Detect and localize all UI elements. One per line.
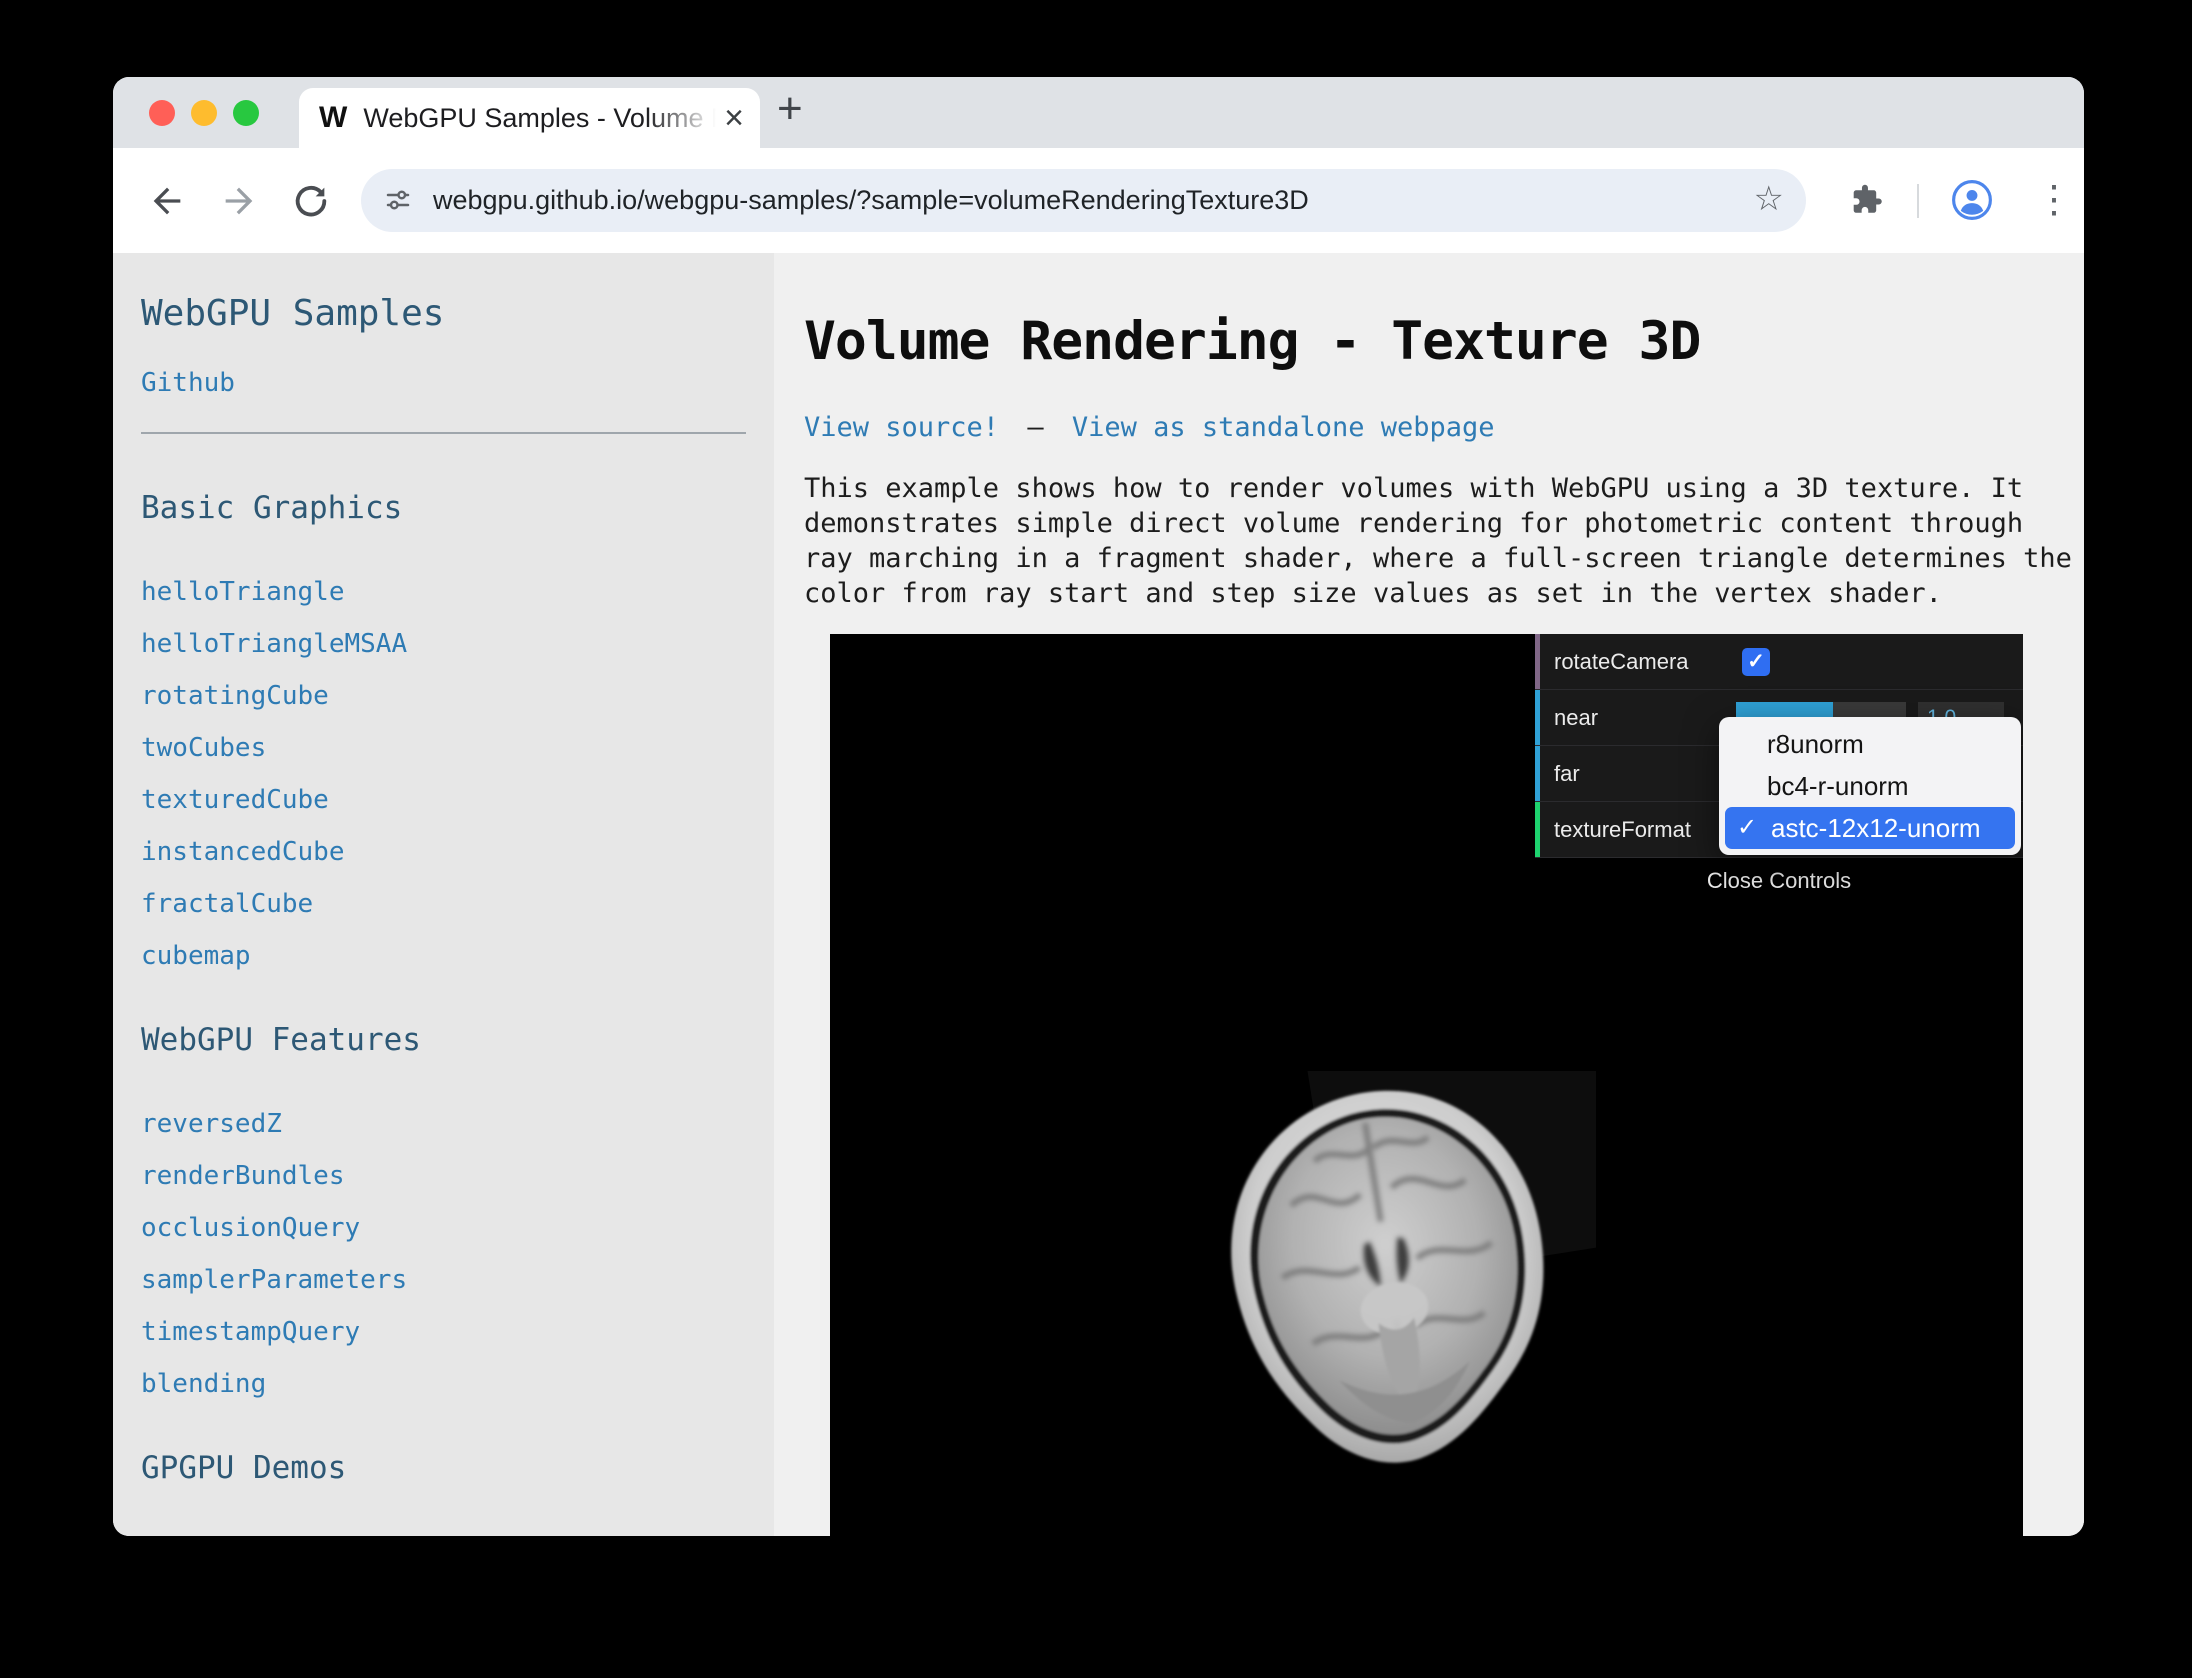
sidebar-list-webgpu-features: reversedZ renderBundles occlusionQuery s… xyxy=(141,1098,746,1410)
sidebar-item-cubemap[interactable]: cubemap xyxy=(141,930,251,982)
extensions-icon[interactable] xyxy=(1848,182,1884,223)
traffic-lights xyxy=(149,100,259,126)
section-heading-webgpu-features: WebGPU Features xyxy=(141,1022,746,1058)
tab-favicon-icon: W xyxy=(319,101,347,135)
sidebar-title: WebGPU Samples xyxy=(141,293,746,334)
menu-kebab-icon[interactable]: ⋮ xyxy=(2035,178,2073,222)
profile-avatar[interactable] xyxy=(1951,179,1993,226)
minimize-window-button[interactable] xyxy=(191,100,217,126)
sidebar-item-occlusionQuery[interactable]: occlusionQuery xyxy=(141,1202,360,1254)
section-heading-gpgpu-demos: GPGPU Demos xyxy=(141,1450,746,1486)
sidebar-item-computeBoids[interactable]: computeBoids xyxy=(141,1526,329,1536)
close-window-button[interactable] xyxy=(149,100,175,126)
sidebar-item-samplerParameters[interactable]: samplerParameters xyxy=(141,1254,407,1306)
url-text[interactable]: webgpu.github.io/webgpu-samples/?sample=… xyxy=(433,169,1309,232)
sidebar-item-helloTriangleMSAA[interactable]: helloTriangleMSAA xyxy=(141,618,407,670)
rotate-camera-checkbox[interactable]: ✓ xyxy=(1742,648,1770,676)
volume-brain-render xyxy=(1183,1071,1596,1477)
gui-label-far: far xyxy=(1540,746,1728,801)
github-link[interactable]: Github xyxy=(141,368,235,398)
sample-description: This example shows how to render volumes… xyxy=(804,471,2079,611)
dropdown-option-label: astc-12x12-unorm xyxy=(1771,807,1981,849)
browser-window: W WebGPU Samples - Volume R × + xyxy=(113,77,2084,1536)
toolbar-divider xyxy=(1917,184,1919,218)
links-row: View source! — View as standalone webpag… xyxy=(804,412,2084,443)
sidebar-item-twoCubes[interactable]: twoCubes xyxy=(141,722,266,774)
bookmark-star-icon[interactable]: ☆ xyxy=(1754,169,1784,232)
close-controls-button[interactable]: Close Controls xyxy=(1535,868,2023,894)
sidebar-list-gpgpu-demos: computeBoids xyxy=(141,1526,746,1536)
site-settings-icon[interactable] xyxy=(383,185,413,220)
new-tab-button[interactable]: + xyxy=(777,77,803,148)
sidebar-item-reversedZ[interactable]: reversedZ xyxy=(141,1098,282,1150)
dropdown-option-bc4-r-unorm[interactable]: bc4-r-unorm xyxy=(1719,765,2021,807)
gui-label-textureFormat: textureFormat xyxy=(1540,802,1728,857)
reload-icon[interactable] xyxy=(291,181,331,221)
dropdown-option-astc-12x12-unorm[interactable]: ✓ astc-12x12-unorm xyxy=(1725,807,2015,849)
address-bar[interactable]: webgpu.github.io/webgpu-samples/?sample=… xyxy=(361,169,1806,232)
zoom-window-button[interactable] xyxy=(233,100,259,126)
browser-toolbar: webgpu.github.io/webgpu-samples/?sample=… xyxy=(113,148,2084,253)
back-icon[interactable] xyxy=(147,181,187,221)
sidebar-item-helloTriangle[interactable]: helloTriangle xyxy=(141,566,345,618)
forward-icon[interactable] xyxy=(219,181,259,221)
sidebar-item-timestampQuery[interactable]: timestampQuery xyxy=(141,1306,360,1358)
sidebar-item-renderBundles[interactable]: renderBundles xyxy=(141,1150,345,1202)
standalone-link[interactable]: View as standalone webpage xyxy=(1072,412,1495,443)
texture-format-dropdown: r8unorm bc4-r-unorm ✓ astc-12x12-unorm xyxy=(1719,717,2021,855)
sidebar: WebGPU Samples Github Basic Graphics hel… xyxy=(113,253,774,1536)
gui-row-rotateCamera: rotateCamera ✓ xyxy=(1535,634,2023,690)
sidebar-item-fractalCube[interactable]: fractalCube xyxy=(141,878,313,930)
sidebar-item-rotatingCube[interactable]: rotatingCube xyxy=(141,670,329,722)
page-content: WebGPU Samples Github Basic Graphics hel… xyxy=(113,253,2084,1536)
gui-label-near: near xyxy=(1540,690,1728,745)
view-source-link[interactable]: View source! xyxy=(804,412,999,443)
render-canvas[interactable]: rotateCamera ✓ near 1.0 xyxy=(830,634,2023,1536)
tab-title: WebGPU Samples - Volume R xyxy=(363,103,716,134)
sidebar-item-instancedCube[interactable]: instancedCube xyxy=(141,826,345,878)
gui-widget: ✓ xyxy=(1728,634,2023,689)
links-separator: — xyxy=(1027,412,1043,443)
sidebar-list-basic-graphics: helloTriangle helloTriangleMSAA rotating… xyxy=(141,566,746,982)
tab-close-icon[interactable]: × xyxy=(724,101,744,135)
section-heading-basic-graphics: Basic Graphics xyxy=(141,490,746,526)
sidebar-divider xyxy=(141,432,746,434)
sidebar-item-texturedCube[interactable]: texturedCube xyxy=(141,774,329,826)
page-title: Volume Rendering - Texture 3D xyxy=(804,311,2084,372)
dropdown-option-r8unorm[interactable]: r8unorm xyxy=(1719,723,2021,765)
main-content: Volume Rendering - Texture 3D View sourc… xyxy=(774,253,2084,1536)
tab-strip: W WebGPU Samples - Volume R × + xyxy=(113,77,2084,148)
check-icon: ✓ xyxy=(1737,807,1771,849)
browser-tab[interactable]: W WebGPU Samples - Volume R × xyxy=(299,88,760,148)
gui-label-rotateCamera: rotateCamera xyxy=(1540,634,1728,689)
sidebar-item-blending[interactable]: blending xyxy=(141,1358,266,1410)
